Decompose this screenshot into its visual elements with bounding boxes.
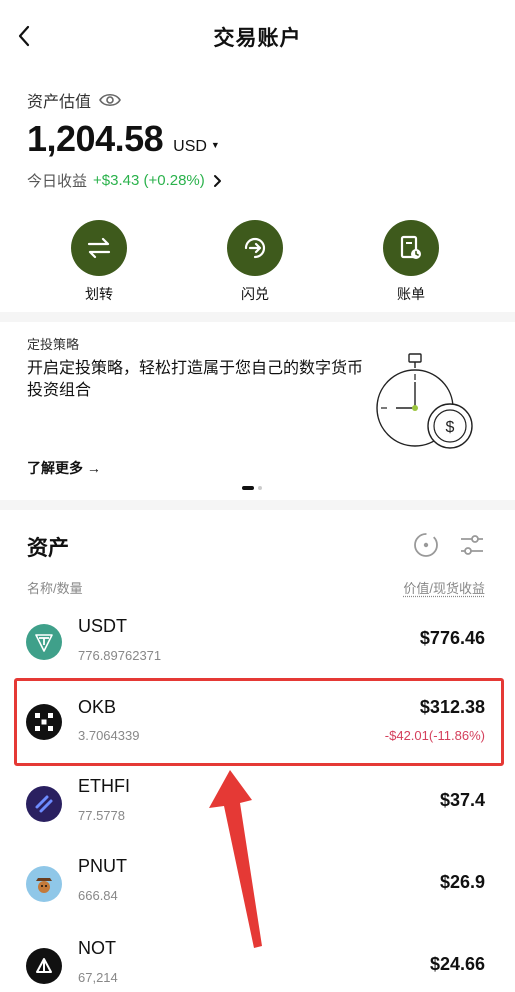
carousel-dots	[242, 486, 262, 490]
usdt-logo-icon	[26, 624, 62, 660]
column-value-pnl[interactable]: 价值/现货收益	[403, 578, 485, 597]
transfer-icon	[71, 220, 127, 276]
carousel-dot[interactable]	[258, 486, 262, 490]
convert-icon	[227, 220, 283, 276]
transfer-label: 划转	[85, 286, 113, 302]
asset-symbol: NOT	[78, 938, 116, 958]
asset-quantity: 67,214	[78, 970, 118, 985]
page-title: 交易账户	[213, 27, 302, 50]
today-earnings-row[interactable]: 今日收益 +$3.43 (+0.28%)	[27, 170, 222, 191]
balance-amount: 1,204.58	[27, 118, 164, 159]
section-divider	[0, 312, 515, 322]
asset-symbol: PNUT	[78, 856, 127, 876]
asset-quantity: 77.5778	[78, 808, 125, 823]
convert-label: 闪兑	[241, 286, 269, 302]
bill-label: 账单	[397, 286, 425, 302]
eye-icon[interactable]	[99, 92, 121, 108]
asset-symbol: USDT	[78, 616, 127, 636]
column-name-qty: 名称/数量	[27, 581, 83, 596]
bill-button[interactable]: 账单	[371, 220, 451, 304]
chevron-right-icon	[213, 174, 221, 187]
carousel-dot-active	[242, 486, 254, 490]
pnut-logo-icon	[26, 866, 62, 902]
quick-actions: 划转 闪兑 账单	[0, 220, 515, 302]
bill-icon	[383, 220, 439, 276]
caret-down-icon: ▼	[210, 140, 220, 150]
asset-row-not[interactable]: NOT 67,214 $24.66	[0, 932, 515, 992]
asset-quantity: 776.89762371	[78, 648, 162, 663]
stopwatch-illustration: $	[376, 353, 473, 449]
estimate-label: 资产估值	[27, 94, 92, 111]
pie-chart-icon[interactable]	[413, 532, 439, 558]
asset-value: $776.46	[419, 628, 485, 648]
today-gain: +$3.43 (+0.28%)	[93, 172, 205, 189]
promo-kicker: 定投策略	[27, 337, 80, 352]
filter-settings-icon[interactable]	[459, 532, 485, 558]
estimate-row: 资产估值	[27, 88, 121, 112]
highlight-box	[14, 678, 504, 766]
asset-value: $37.4	[439, 790, 485, 810]
app-header: 交易账户	[0, 0, 515, 72]
ethfi-logo-icon	[26, 786, 62, 822]
today-label: 今日收益	[27, 173, 88, 190]
currency-selector[interactable]: USD ▼	[173, 138, 220, 156]
currency-label: USD	[173, 138, 207, 155]
balance-row: 1,204.58 USD ▼	[27, 118, 220, 160]
asset-symbol: ETHFI	[78, 776, 130, 796]
not-logo-icon	[26, 948, 62, 984]
asset-value: $26.9	[439, 872, 485, 892]
assets-toolbar	[413, 532, 485, 558]
svg-text:$: $	[446, 419, 455, 436]
asset-value: $24.66	[429, 954, 485, 974]
asset-quantity: 666.84	[78, 888, 118, 903]
learn-more-link[interactable]: 了解更多 →	[27, 458, 101, 478]
section-divider	[0, 500, 515, 510]
promo-text: 开启定投策略，轻松打造属于您自己的数字货币投资组合	[27, 360, 364, 399]
asset-row-ethfi[interactable]: ETHFI 77.5778 $37.4	[0, 772, 515, 852]
convert-button[interactable]: 闪兑	[215, 220, 295, 304]
assets-title: 资产	[27, 537, 69, 560]
transfer-button[interactable]: 划转	[59, 220, 139, 304]
asset-row-pnut[interactable]: PNUT 666.84 $26.9	[0, 852, 515, 932]
